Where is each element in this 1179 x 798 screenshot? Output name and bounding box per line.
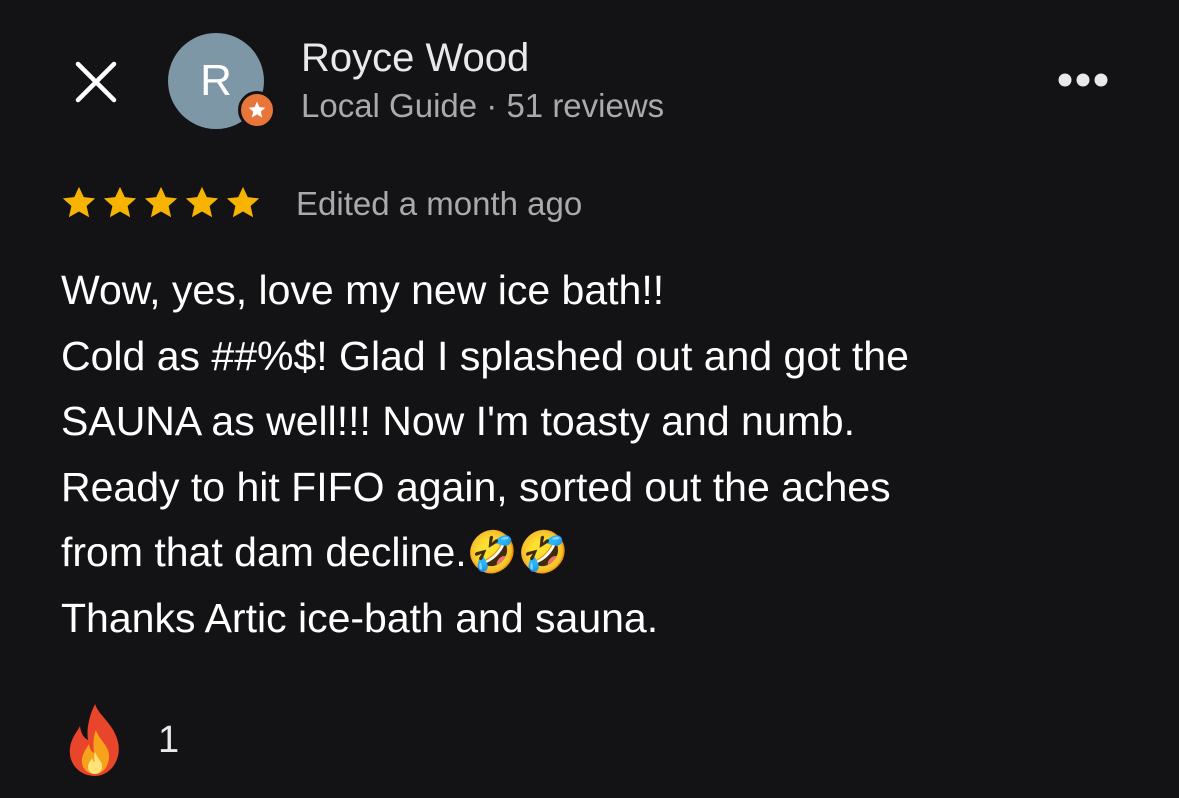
star-icon [103,186,137,218]
author-avatar-group[interactable]: R [168,33,278,133]
review-line-1: Wow, yes, love my new ice bath!! [61,267,665,313]
review-line-4: Ready to hit FIFO again, sorted out the … [61,463,891,510]
local-guide-star-icon [248,101,266,118]
review-line-5: from that dam decline.🤣🤣 [61,520,1141,586]
local-guide-badge [238,91,276,129]
more-options-button[interactable] [1052,62,1114,98]
close-button[interactable] [70,56,122,108]
rofl-emoji: 🤣🤣 [466,528,569,576]
fire-icon [69,704,119,776]
edited-timestamp: Edited a month ago [296,185,583,222]
more-horizontal-icon [1058,73,1108,87]
star-icon [185,186,219,218]
star-icon [62,186,96,218]
author-name[interactable]: Royce Wood [301,36,529,81]
review-line-6: Thanks Artic ice-bath and sauna. [61,594,659,641]
review-line-3: SAUNA as well!!! Now I'm toasty and numb… [61,398,855,444]
review-line-2: Cold as ##%$! Glad I splashed out and go… [61,332,909,379]
review-detail-page: R Royce Wood Local Guide · 51 reviews Ed… [0,0,1179,798]
star-rating [60,184,262,224]
review-line-5-text: from that dam decline. [61,529,467,575]
star-icon [226,186,260,218]
review-text: Wow, yes, love my new ice bath!! Cold as… [61,258,1141,651]
star-icon [144,186,178,218]
close-icon [75,61,117,103]
reaction-count: 1 [158,718,180,761]
author-meta: Local Guide · 51 reviews [301,87,665,124]
fire-reaction-button[interactable]: 1 [62,700,179,780]
